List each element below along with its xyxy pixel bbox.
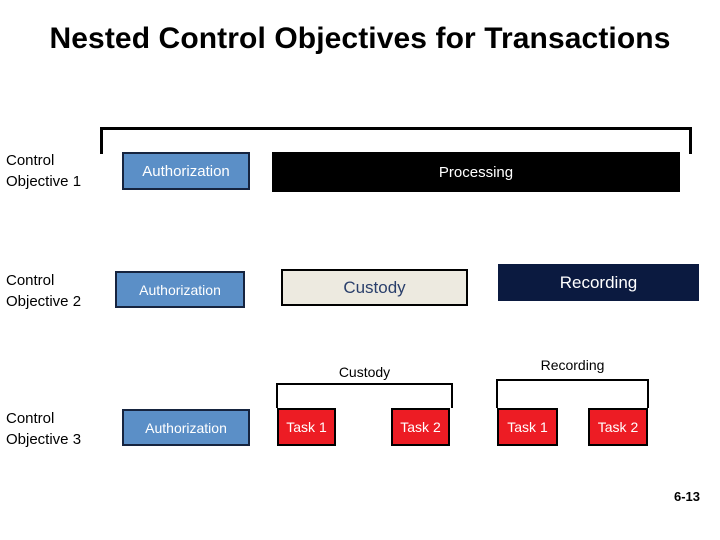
- box-recording-row2[interactable]: Recording: [498, 264, 699, 301]
- page-title: Nested Control Objectives for Transactio…: [49, 22, 671, 55]
- box-task1-recording[interactable]: Task 1: [497, 408, 558, 446]
- box-task2-custody[interactable]: Task 2: [391, 408, 450, 446]
- box-authorization-row1[interactable]: Authorization: [122, 152, 250, 190]
- box-authorization-row2[interactable]: Authorization: [115, 271, 245, 308]
- bracket-caption-custody: Custody: [338, 364, 391, 380]
- page-number: 6-13: [673, 489, 700, 504]
- bracket-caption-recording: Recording: [540, 357, 605, 373]
- box-processing-row1[interactable]: Processing: [272, 152, 680, 192]
- row-label-control-objective-1: Control Objective 1: [6, 152, 82, 190]
- box-custody-row2[interactable]: Custody: [281, 269, 468, 306]
- box-authorization-row3[interactable]: Authorization: [122, 409, 250, 446]
- row-label-control-objective-2: Control Objective 2: [6, 272, 82, 310]
- box-task1-custody[interactable]: Task 1: [277, 408, 336, 446]
- bracket-custody-group: [276, 383, 453, 408]
- box-task2-recording[interactable]: Task 2: [588, 408, 648, 446]
- slide-canvas: Nested Control Objectives for Transactio…: [0, 0, 720, 540]
- row-label-control-objective-3: Control Objective 3: [6, 410, 82, 448]
- bracket-control-objective-1: [100, 127, 692, 154]
- bracket-recording-group: [496, 379, 649, 408]
